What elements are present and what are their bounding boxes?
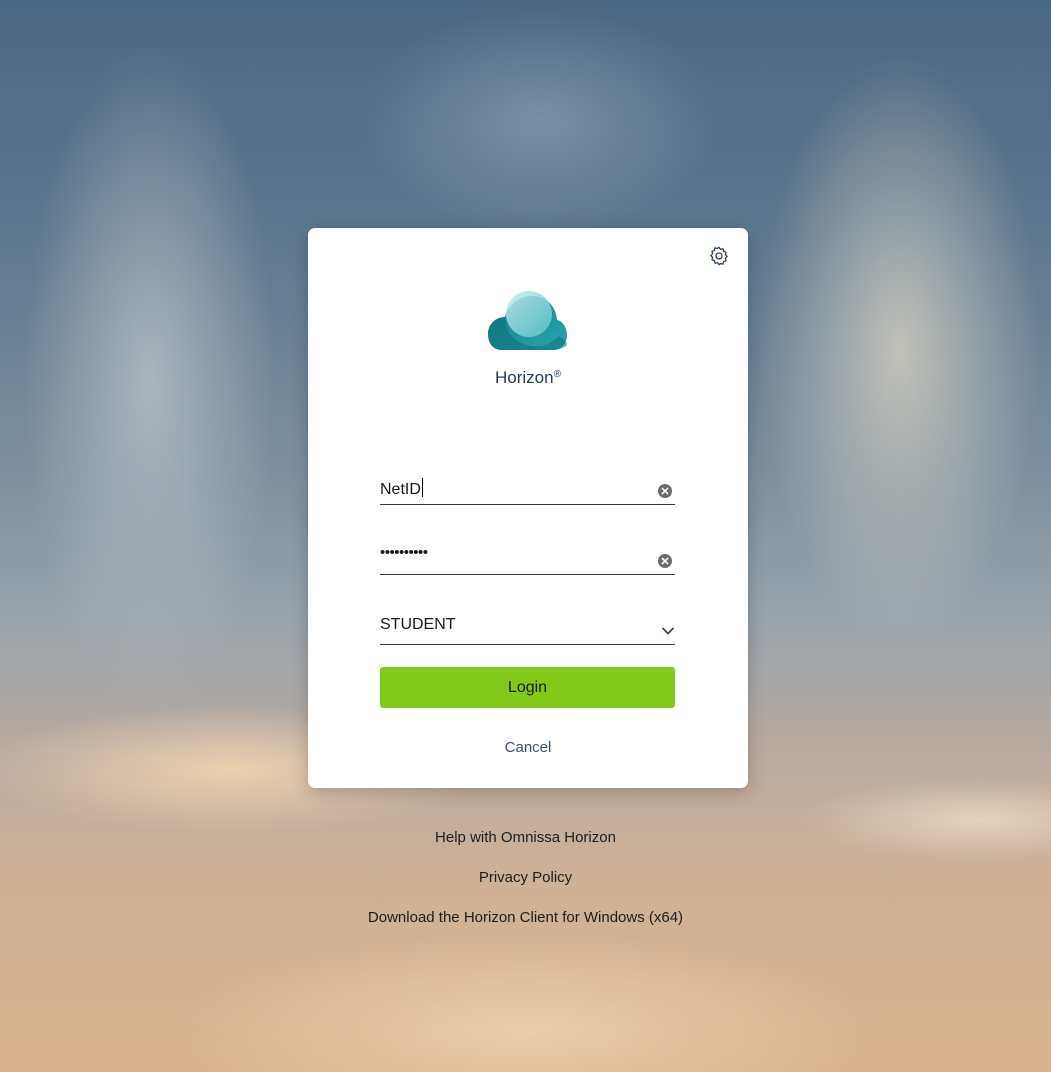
password-value: ••••••••••: [380, 544, 428, 561]
gear-icon: [710, 246, 728, 266]
text-caret: [421, 478, 423, 497]
settings-button[interactable]: [707, 244, 731, 268]
clear-password-icon[interactable]: [658, 554, 672, 568]
chevron-down-icon: [662, 627, 674, 635]
help-link[interactable]: Help with Omnissa Horizon: [0, 828, 1051, 868]
brand-text: Horizon: [495, 368, 554, 387]
login-button[interactable]: Login: [380, 667, 675, 708]
login-page: Horizon® NetID •••••••••• STUDENT Login …: [0, 0, 1051, 1072]
domain-selected-value: STUDENT: [380, 616, 456, 633]
download-client-link[interactable]: Download the Horizon Client for Windows …: [0, 908, 1051, 948]
footer-links: Help with Omnissa Horizon Privacy Policy…: [0, 828, 1051, 948]
clear-username-icon[interactable]: [658, 484, 672, 498]
privacy-policy-link[interactable]: Privacy Policy: [0, 868, 1051, 908]
cancel-link[interactable]: Cancel: [308, 739, 748, 756]
username-text-wrap: NetID: [380, 478, 423, 499]
username-value: NetID: [380, 481, 421, 498]
login-card: Horizon® NetID •••••••••• STUDENT Login …: [308, 228, 748, 788]
domain-select[interactable]: STUDENT: [380, 612, 675, 645]
username-field[interactable]: NetID: [380, 472, 675, 505]
brand-name: Horizon®: [308, 368, 748, 388]
password-field[interactable]: ••••••••••: [380, 542, 675, 575]
horizon-logo: [488, 291, 567, 350]
registered-mark: ®: [553, 369, 561, 380]
